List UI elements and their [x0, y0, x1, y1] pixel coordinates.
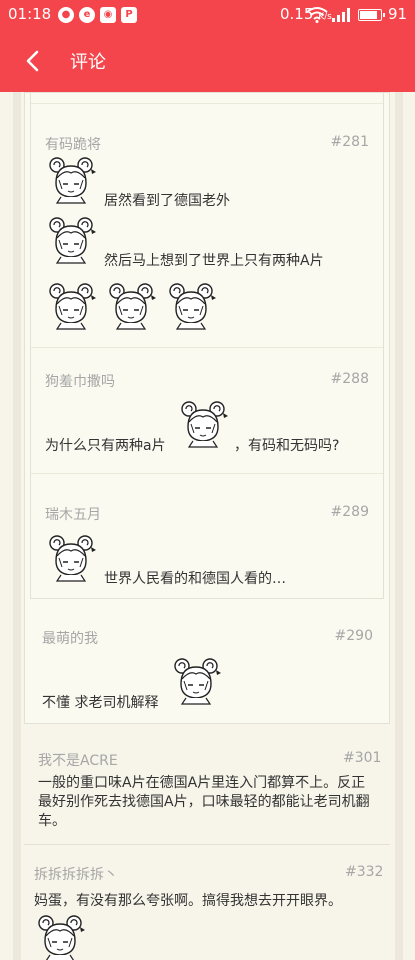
- comment-text: 为什么只有两种a片: [45, 438, 166, 454]
- comment-floor: #289: [330, 504, 369, 520]
- sticker-icon: [34, 914, 86, 960]
- divider: [24, 844, 390, 845]
- comment-text: ，有码和无码吗?: [234, 438, 340, 454]
- quote-box-inner: 有码跪将 #281 居然看到了德国老外 然后马上想到了世界上只有两种A片 狗羞巾…: [30, 92, 384, 599]
- battery-percent: 91: [388, 5, 408, 23]
- camera-notification-icon: ◉: [100, 7, 116, 23]
- comment-text: 然后马上想到了世界上只有两种A片: [104, 253, 324, 269]
- sticker-icon: [170, 657, 222, 705]
- wifi-icon: [306, 7, 328, 23]
- comment-user[interactable]: 有码跪将: [45, 134, 101, 154]
- comment-floor: #290: [334, 628, 373, 644]
- app-bar: 评论: [0, 30, 415, 92]
- battery-icon: [358, 9, 385, 21]
- comment-text: 妈蛋，有没有那么夸张啊。搞得我想去开开眼界。: [34, 893, 342, 909]
- comment-text: 世界人民看的和德国人看的…: [104, 571, 286, 587]
- comment-332[interactable]: 拆拆拆拆拆丶 #332 妈蛋，有没有那么夸张啊。搞得我想去开开眼界。: [0, 848, 415, 960]
- browser-notification-icon: e: [79, 7, 95, 23]
- status-bar: 01:18 ● e ◉ P 0.15 K/s 91: [0, 0, 415, 30]
- quote-box-outer: 有码跪将 #281 居然看到了德国老外 然后马上想到了世界上只有两种A片 狗羞巾…: [24, 92, 390, 724]
- comment-text: 居然看到了德国老外: [104, 193, 230, 209]
- flag-notification-icon: P: [121, 7, 137, 23]
- sticker-icon: [165, 282, 217, 330]
- battery-fill: [360, 11, 377, 19]
- sticker-icon: [105, 282, 157, 330]
- comment-user[interactable]: 狗羞巾撒吗: [45, 371, 115, 391]
- status-time: 01:18: [8, 5, 52, 23]
- comment-floor: #288: [330, 371, 369, 387]
- chat-notification-icon: ●: [58, 7, 74, 23]
- comment-user[interactable]: 拆拆拆拆拆丶: [34, 864, 118, 884]
- sticker-icon: [45, 282, 97, 330]
- comment-text: 一般的重口味A片在德国A片里连入门都算不上。反正最好别作死去找德国A片，口味最轻…: [38, 775, 370, 829]
- comment-user[interactable]: 瑞木五月: [45, 504, 101, 524]
- notification-icons: ● e ◉ P: [58, 7, 137, 23]
- sticker-icon: [177, 400, 229, 448]
- signal-icon: [332, 8, 350, 22]
- back-icon[interactable]: [18, 46, 48, 76]
- comment-281[interactable]: 有码跪将 #281 居然看到了德国老外 然后马上想到了世界上只有两种A片: [31, 103, 383, 347]
- comment-user[interactable]: 最萌的我: [42, 628, 98, 648]
- page-title: 评论: [70, 52, 106, 73]
- comment-floor: #332: [345, 864, 384, 880]
- sticker-icon: [45, 156, 97, 204]
- comment-text: 不懂 求老司机解释: [42, 695, 159, 711]
- comment-289[interactable]: 瑞木五月 #289 世界人民看的和德国人看的…: [31, 473, 383, 600]
- sticker-icon: [45, 534, 97, 582]
- sticker-icon: [45, 216, 97, 264]
- comment-user[interactable]: 我不是ACRE: [38, 750, 118, 770]
- comment-floor: #301: [343, 750, 382, 766]
- comment-301[interactable]: 我不是ACRE #301 一般的重口味A片在德国A片里连入门都算不上。反正最好别…: [0, 734, 415, 844]
- comment-floor: #281: [330, 134, 369, 150]
- comment-288[interactable]: 狗羞巾撒吗 #288 为什么只有两种a片 ，有码和无码吗?: [31, 347, 383, 473]
